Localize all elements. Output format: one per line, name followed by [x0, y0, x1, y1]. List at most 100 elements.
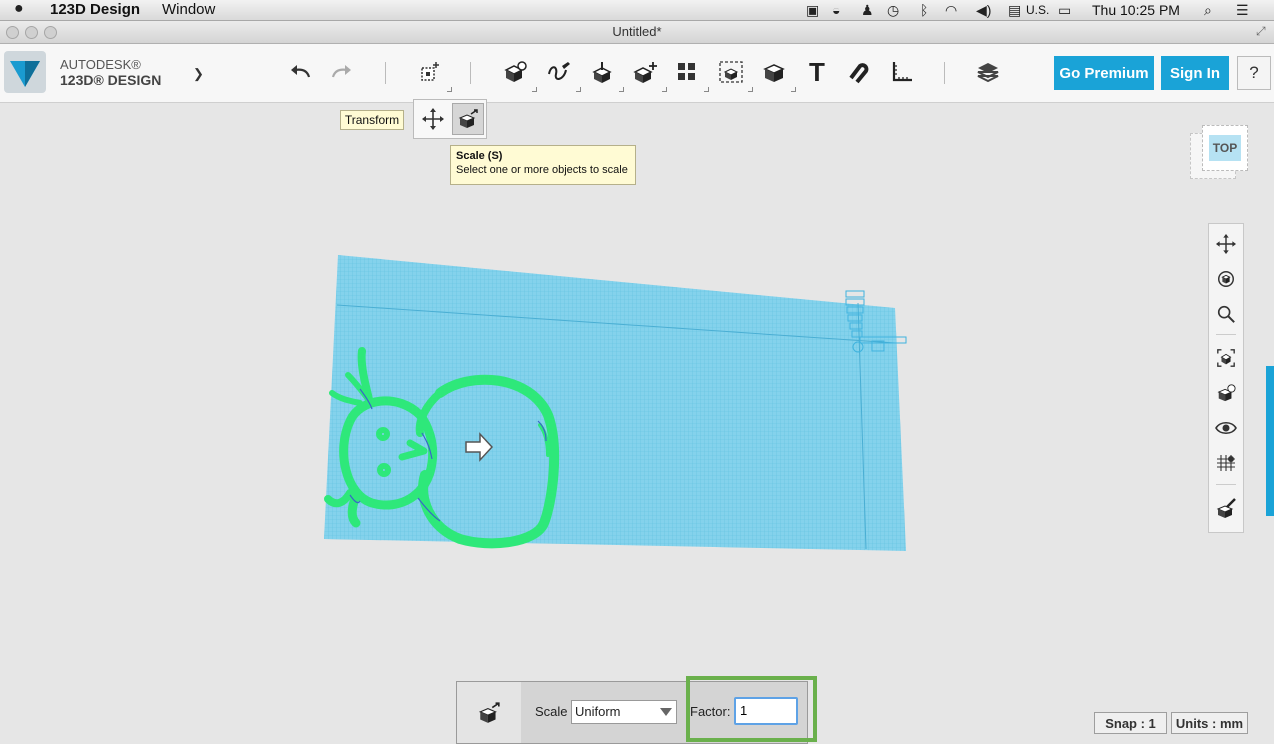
combine-icon	[763, 64, 785, 82]
side-panel-handle[interactable]	[1266, 366, 1274, 516]
toolbar-divider	[944, 62, 945, 84]
ruler-icon	[892, 62, 912, 82]
brand-line1: AUTODESK®	[60, 57, 141, 72]
scale-icon	[478, 701, 500, 723]
dropbox-icon[interactable]: ▣	[806, 2, 819, 19]
scale-mode-label: Scale	[535, 704, 568, 719]
app-menu[interactable]: 123D Design	[50, 1, 140, 18]
move-icon	[422, 108, 444, 130]
help-button[interactable]: ?	[1237, 56, 1271, 90]
spotlight-search-icon[interactable]: ⌕	[1204, 2, 1212, 19]
window-menu[interactable]: Window	[162, 1, 215, 18]
bluetooth-icon[interactable]: ᛒ	[920, 2, 928, 18]
construct-tool-button[interactable]	[586, 56, 624, 92]
grouping-icon	[719, 61, 743, 83]
magnet-icon	[849, 63, 869, 84]
scale-mode-select[interactable]: Uniform	[571, 700, 677, 724]
window-title-bar: Untitled* ⤢	[0, 21, 1274, 44]
scale-tooltip-title: Scale (S)	[456, 150, 503, 162]
volume-icon[interactable]: ◀)	[976, 2, 991, 19]
sketch-tool-button[interactable]	[543, 56, 581, 92]
construct-icon	[592, 62, 612, 83]
pattern-tool-button[interactable]	[671, 56, 709, 92]
scene-canvas[interactable]	[0, 103, 1274, 743]
scale-tool-button[interactable]	[452, 103, 484, 135]
modify-icon	[633, 62, 657, 83]
fullscreen-icon[interactable]: ⤢	[1256, 24, 1266, 39]
zoom-button[interactable]	[1214, 302, 1238, 326]
primitives-icon	[504, 61, 527, 82]
snap-tool-button[interactable]	[843, 56, 875, 88]
view-mode-icon	[1217, 384, 1236, 402]
scale-tooltip: Scale (S) Select one or more objects to …	[450, 145, 636, 185]
sketch-icon	[548, 62, 570, 80]
visibility-button[interactable]	[1214, 416, 1238, 440]
transform-tool-button[interactable]	[414, 56, 452, 92]
transform-flyout	[413, 99, 487, 139]
redo-icon	[331, 65, 351, 78]
pattern-icon	[678, 63, 695, 80]
grouping-tool-button[interactable]	[715, 56, 753, 92]
notification-bell-icon[interactable]: ♟	[861, 2, 874, 19]
orbit-button[interactable]	[1214, 267, 1238, 291]
fit-button[interactable]	[1214, 346, 1238, 370]
input-source[interactable]: U.S.	[1026, 3, 1049, 17]
view-cube-top-label[interactable]: TOP	[1209, 135, 1241, 161]
wifi-icon[interactable]: ◠	[945, 2, 957, 19]
transform-icon	[421, 62, 439, 81]
apple-icon[interactable]: ●	[14, 0, 24, 18]
orbit-icon	[1218, 271, 1234, 287]
undo-button[interactable]	[284, 56, 316, 88]
flyout-corner	[447, 87, 452, 92]
go-premium-button[interactable]: Go Premium	[1054, 56, 1154, 90]
app-logo-icon[interactable]	[4, 51, 46, 93]
move-tool-button[interactable]	[418, 104, 448, 134]
undo-icon	[291, 65, 311, 78]
clock[interactable]: Thu 10:25 PM	[1092, 2, 1180, 18]
snap-selector[interactable]: Snap : 1	[1094, 712, 1167, 734]
text-tool-button[interactable]: T	[801, 56, 833, 88]
material-tool-button[interactable]	[972, 56, 1004, 88]
modify-tool-button[interactable]	[629, 56, 667, 92]
view-cube-face[interactable]: TOP	[1202, 125, 1248, 171]
toolbar-divider	[385, 62, 386, 84]
sign-in-button[interactable]: Sign In	[1161, 56, 1229, 90]
material-view-button[interactable]	[1214, 496, 1238, 520]
chevron-down-icon	[660, 708, 672, 716]
view-cube[interactable]: TOP	[1190, 125, 1248, 179]
combine-tool-button[interactable]	[758, 56, 796, 92]
mac-menu-bar: ● 123D Design Window ▣ ◒ ♟ ◷ ᛒ ◠ ◀) ▤ U.…	[0, 0, 1274, 21]
app-menu-chevron-down-icon[interactable]: ❯	[193, 66, 204, 82]
primitives-tool-button[interactable]	[499, 56, 537, 92]
eye-icon	[1215, 421, 1237, 435]
3d-viewport[interactable]	[0, 103, 1274, 743]
scale-tooltip-desc: Select one or more objects to scale	[456, 164, 628, 176]
redo-button[interactable]	[326, 56, 358, 88]
scale-mode-value: Uniform	[575, 704, 621, 719]
view-mode-button[interactable]	[1214, 381, 1238, 405]
layers-icon	[977, 63, 999, 83]
scale-icon	[458, 109, 478, 128]
flag-icon[interactable]: ▤	[1008, 2, 1021, 19]
scale-panel-icon-box	[457, 682, 521, 743]
time-machine-icon[interactable]: ◷	[887, 2, 899, 19]
tray-icon[interactable]: ◒	[832, 2, 840, 18]
transform-label: Transform	[340, 110, 404, 130]
measure-tool-button[interactable]	[886, 56, 918, 88]
factor-value: 1	[740, 703, 748, 718]
notification-center-icon[interactable]: ☰	[1236, 2, 1249, 19]
brush-icon	[1216, 498, 1236, 518]
factor-input[interactable]: 1	[734, 697, 798, 725]
grid-settings-button[interactable]	[1214, 451, 1238, 475]
navigation-panel	[1208, 223, 1244, 533]
factor-label: Factor:	[690, 704, 731, 719]
grid-settings-icon	[1217, 455, 1235, 471]
brand-line2: 123D® DESIGN	[60, 72, 162, 88]
fit-icon	[1217, 349, 1235, 367]
pan-button[interactable]	[1214, 232, 1238, 256]
magnifier-icon	[1217, 305, 1235, 323]
pan-icon	[1216, 234, 1236, 254]
battery-icon[interactable]: ▭	[1058, 2, 1071, 19]
toolbar-divider	[470, 62, 471, 84]
units-selector[interactable]: Units : mm	[1171, 712, 1248, 734]
